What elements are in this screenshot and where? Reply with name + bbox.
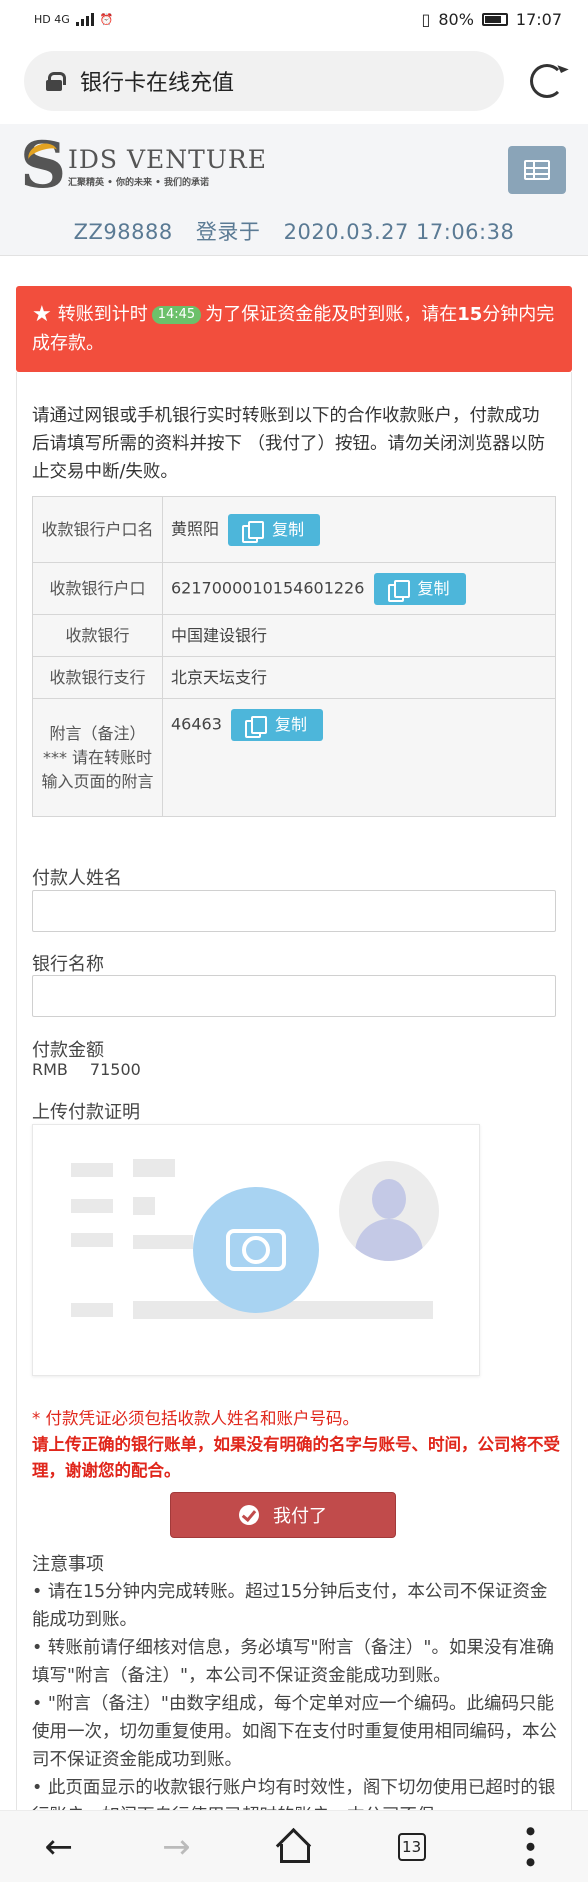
placeholder-bar — [133, 1197, 155, 1215]
login-info: ZZ98888 登录于 2020.03.27 17:06:38 — [0, 216, 588, 246]
check-icon — [239, 1505, 259, 1525]
copy-account-button[interactable]: 复制 — [373, 572, 466, 605]
account-id: ZZ98888 — [73, 220, 173, 244]
menu-icon — [524, 160, 550, 180]
payer-name-input[interactable] — [32, 890, 556, 932]
menu-button[interactable] — [508, 146, 566, 194]
copy-icon — [242, 520, 265, 543]
logo-title: IDS VENTURE — [68, 144, 267, 174]
table-row: 收款银行支行 北京天坛支行 — [32, 656, 556, 699]
logo-mark-icon — [20, 128, 66, 203]
row-value: 46463 — [171, 714, 222, 734]
alarm-icon: ⏰ — [99, 12, 114, 26]
login-label: 登录于 — [195, 220, 261, 244]
copy-icon — [245, 716, 267, 738]
note-item: • 转账前请仔细核对信息，务必填写"附言（备注）"。如果没有准确填写"附言（备注… — [32, 1638, 554, 1686]
forward-icon[interactable]: → — [146, 1822, 206, 1872]
upload-proof-area[interactable] — [32, 1124, 480, 1376]
network-indicator: HD 4G ⏰ — [34, 12, 114, 26]
bank-name-input[interactable] — [32, 975, 556, 1017]
warning-line-2: 请上传正确的银行账单，如果没有明确的名字与账号、时间，公司将不受理，谢谢您的配合… — [32, 1435, 560, 1480]
upload-label: 上传付款证明 — [32, 1102, 140, 1123]
countdown-alert: ★ 转账到计时 14:45 为了保证资金能及时到账，请在15分钟内完成存款。 — [16, 286, 572, 372]
home-icon — [277, 1832, 311, 1863]
page-title: 银行卡在线充值 — [80, 71, 235, 96]
placeholder-bar — [71, 1303, 113, 1317]
placeholder-bar — [71, 1233, 113, 1247]
alert-text: 为了保证资金能及时到账，请在 — [205, 304, 458, 325]
battery-icon — [481, 12, 508, 26]
row-value: 6217000010154601226 — [171, 578, 365, 597]
intro-text: 请通过网银或手机银行实时转账到以下的合作收款账户，付款成功后请填写所需的资料并按… — [32, 406, 546, 482]
payer-name-label: 付款人姓名 — [32, 868, 122, 889]
camera-icon[interactable] — [193, 1187, 319, 1313]
row-label: 收款银行户口 — [32, 562, 163, 615]
row-label: 附言（备注） *** 请在转账时输入页面的附言 — [32, 698, 163, 817]
browser-toolbar: 银行卡在线充值 — [0, 38, 588, 124]
timer-badge: 14:45 — [151, 306, 202, 324]
placeholder-bar — [133, 1159, 175, 1177]
row-label: 收款银行 — [32, 614, 163, 657]
network-label: HD 4G — [34, 12, 70, 26]
row-label: 收款银行户口名 — [32, 496, 163, 563]
logo-tagline: 汇聚精英 • 你的未来 • 我们的承诺 — [68, 177, 210, 188]
login-time: 2020.03.27 17:06:38 — [283, 220, 515, 244]
copy-name-button[interactable]: 复制 — [228, 513, 321, 546]
battery-percent: 80% — [438, 9, 474, 29]
home-button[interactable] — [264, 1822, 324, 1872]
logo: IDS VENTURE 汇聚精英 • 你的未来 • 我们的承诺 — [20, 128, 267, 203]
copy-icon — [387, 579, 410, 602]
table-row: 收款银行 中国建设银行 — [32, 614, 556, 657]
alert-prefix: 转账到计时 — [57, 304, 148, 325]
tabs-button[interactable]: 13 — [382, 1822, 442, 1872]
more-icon[interactable]: ••• — [499, 1822, 559, 1872]
browser-bottom-nav: ← → 13 ••• — [0, 1810, 588, 1882]
placeholder-bar — [71, 1199, 113, 1213]
signal-icon — [75, 12, 94, 26]
reload-icon[interactable] — [530, 64, 564, 98]
amount-display: RMB 71500 — [32, 1060, 163, 1079]
table-row: 收款银行户口 6217000010154601226 复制 — [32, 562, 556, 615]
account-table: 收款银行户口名 黄照阳 复制 收款银行户口 621700001015460122… — [32, 496, 556, 817]
row-value: 中国建设银行 — [162, 614, 556, 657]
row-value: 北京天坛支行 — [162, 656, 556, 699]
note-item: • "附言（备注）"由数字组成，每个定单对应一个编码。此编码只能使用一次，切勿重… — [32, 1694, 557, 1770]
status-bar: HD 4G ⏰ ▯ 80% 17:07 — [0, 0, 588, 38]
alert-minutes: 15 — [457, 304, 483, 325]
row-value: 黄照阳 — [171, 519, 220, 538]
clock: 17:07 — [515, 9, 562, 29]
placeholder-bar — [133, 1235, 193, 1249]
warning-line-1: * 付款凭证必须包括收款人姓名和账户号码。 — [32, 1409, 359, 1428]
row-label: 收款银行支行 — [32, 656, 163, 699]
i-paid-button[interactable]: 我付了 — [170, 1492, 396, 1538]
lock-icon — [46, 72, 66, 91]
notes-list: • 请在15分钟内完成转账。超过15分钟后支付，本公司不保证资金能成功到账。 •… — [32, 1578, 560, 1830]
copy-remark-button[interactable]: 复制 — [231, 709, 324, 741]
amount-value: 71500 — [89, 1060, 141, 1079]
bank-name-label: 银行名称 — [32, 954, 104, 975]
currency: RMB — [32, 1060, 68, 1079]
note-item: • 请在15分钟内完成转账。超过15分钟后支付，本公司不保证资金能成功到账。 — [32, 1582, 548, 1630]
tab-count: 13 — [397, 1832, 426, 1861]
back-icon[interactable]: ← — [29, 1822, 89, 1872]
table-row: 附言（备注） *** 请在转账时输入页面的附言 46463 复制 — [32, 698, 556, 817]
address-bar[interactable]: 银行卡在线充值 — [24, 51, 504, 111]
vibrate-icon: ▯ — [421, 9, 431, 29]
star-icon: ★ — [32, 302, 52, 327]
table-row: 收款银行户口名 黄照阳 复制 — [32, 496, 556, 563]
site-header: IDS VENTURE 汇聚精英 • 你的未来 • 我们的承诺 ZZ98888 … — [0, 124, 588, 256]
placeholder-bar — [71, 1163, 113, 1177]
avatar-placeholder-icon — [339, 1161, 439, 1261]
notes-title: 注意事项 — [32, 1554, 104, 1575]
amount-label: 付款金额 — [32, 1040, 104, 1061]
